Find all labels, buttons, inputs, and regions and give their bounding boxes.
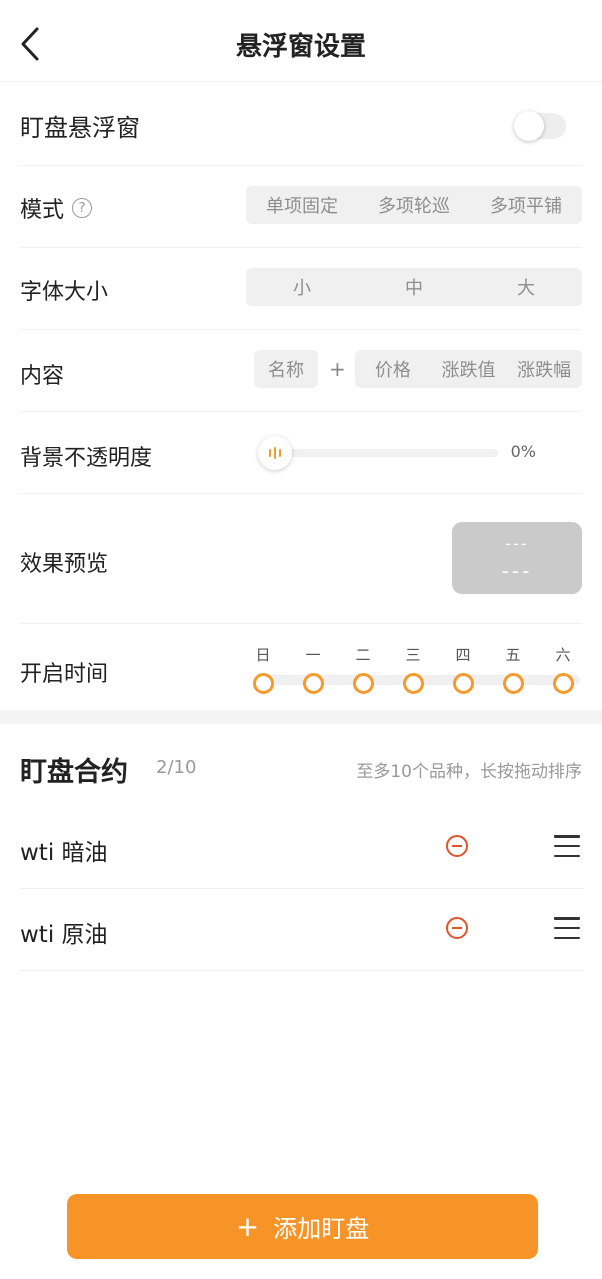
day-toggle-wednesday[interactable] (402, 673, 424, 694)
plus-icon: + (235, 1210, 260, 1243)
opacity-slider-track[interactable] (275, 449, 498, 457)
toggle-knob (514, 111, 544, 141)
content-options-group: 价格 涨跌值 涨跌幅 (355, 350, 582, 388)
mode-option-multi-tile[interactable]: 多项平铺 (470, 186, 582, 224)
day-toggle-sunday[interactable] (252, 673, 274, 694)
day-tuesday: 二 (348, 645, 378, 694)
contract-name: wti 暗油 (20, 840, 108, 866)
question-circle-icon[interactable]: ? (72, 198, 93, 218)
font-size-option-small[interactable]: 小 (246, 268, 358, 306)
contract-row[interactable]: wti 原油 (20, 889, 584, 971)
preview-box: --- --- (452, 522, 582, 594)
plus-icon: + (329, 357, 346, 381)
floating-window-row: 盯盘悬浮窗 (20, 84, 582, 166)
font-size-option-large[interactable]: 大 (470, 268, 582, 306)
day-label: 三 (405, 646, 421, 664)
day-monday: 一 (298, 645, 328, 694)
day-label: 六 (555, 646, 571, 664)
preview-line-1: --- (505, 533, 529, 553)
opacity-value: 0% (510, 442, 536, 461)
content-option-change-percent[interactable]: 涨跌幅 (506, 350, 582, 388)
mode-option-single-fixed[interactable]: 单项固定 (246, 186, 358, 224)
mode-row: 模式 ? 单项固定 多项轮巡 多项平铺 (20, 166, 582, 248)
day-thursday: 四 (448, 645, 478, 694)
day-saturday: 六 (548, 645, 578, 694)
preview-label: 效果预览 (20, 552, 109, 577)
schedule-row: 开启时间 日 一 二 三 四 五 六 (20, 624, 582, 710)
preview-line-2: --- (501, 558, 533, 583)
font-size-option-medium[interactable]: 中 (358, 268, 470, 306)
minus-circle-icon (452, 927, 462, 929)
minus-circle-icon (452, 845, 462, 847)
mode-label-group: 模式 ? (20, 192, 93, 224)
opacity-slider-thumb[interactable] (258, 436, 292, 470)
day-label: 一 (305, 646, 321, 664)
drag-handle-icon[interactable] (554, 835, 580, 857)
content-option-price[interactable]: 价格 (355, 350, 431, 388)
top-bar: 悬浮窗设置 (0, 0, 602, 82)
floating-window-label: 盯盘悬浮窗 (20, 114, 140, 142)
remove-contract-button[interactable] (446, 917, 468, 939)
font-size-row: 字体大小 小 中 大 (20, 248, 582, 330)
day-label: 二 (355, 646, 371, 664)
mode-segmented-control: 单项固定 多项轮巡 多项平铺 (246, 186, 582, 224)
font-size-segmented-control: 小 中 大 (246, 268, 582, 306)
day-toggle-thursday[interactable] (452, 673, 474, 694)
font-size-label: 字体大小 (20, 280, 109, 305)
opacity-row: 背景不透明度 0% (20, 412, 582, 494)
contracts-section-title: 盯盘合约 (20, 757, 128, 788)
preview-row: 效果预览 --- --- (20, 494, 582, 624)
day-label: 日 (255, 646, 271, 664)
contract-name: wti 原油 (20, 922, 108, 948)
content-label: 内容 (20, 364, 65, 389)
day-toggle-saturday[interactable] (552, 673, 574, 694)
day-label: 四 (455, 646, 471, 664)
drag-handle-icon[interactable] (554, 917, 580, 939)
contracts-hint: 至多10个品种，长按拖动排序 (356, 762, 582, 782)
mode-label: 模式 (20, 198, 65, 223)
content-row: 内容 名称 + 价格 涨跌值 涨跌幅 (20, 330, 582, 412)
content-name-chip[interactable]: 名称 (254, 350, 318, 388)
day-sunday: 日 (248, 645, 278, 694)
day-toggle-tuesday[interactable] (352, 673, 374, 694)
page-title: 悬浮窗设置 (235, 32, 366, 62)
schedule-label: 开启时间 (20, 662, 109, 687)
day-toggle-friday[interactable] (502, 673, 524, 694)
day-label: 五 (505, 646, 521, 664)
content-option-change-value[interactable]: 涨跌值 (431, 350, 507, 388)
day-friday: 五 (498, 645, 528, 694)
day-wednesday: 三 (398, 645, 428, 694)
mode-option-multi-rotate[interactable]: 多项轮巡 (358, 186, 470, 224)
add-watch-label: 添加盯盘 (273, 1215, 370, 1243)
section-divider (0, 710, 602, 724)
opacity-label: 背景不透明度 (20, 446, 153, 471)
remove-contract-button[interactable] (446, 835, 468, 857)
contracts-count: 2/10 (156, 757, 197, 778)
day-toggle-monday[interactable] (302, 673, 324, 694)
contract-row[interactable]: wti 暗油 (20, 807, 584, 889)
floating-window-toggle[interactable] (514, 111, 566, 141)
add-watch-button[interactable]: + 添加盯盘 (67, 1194, 538, 1259)
